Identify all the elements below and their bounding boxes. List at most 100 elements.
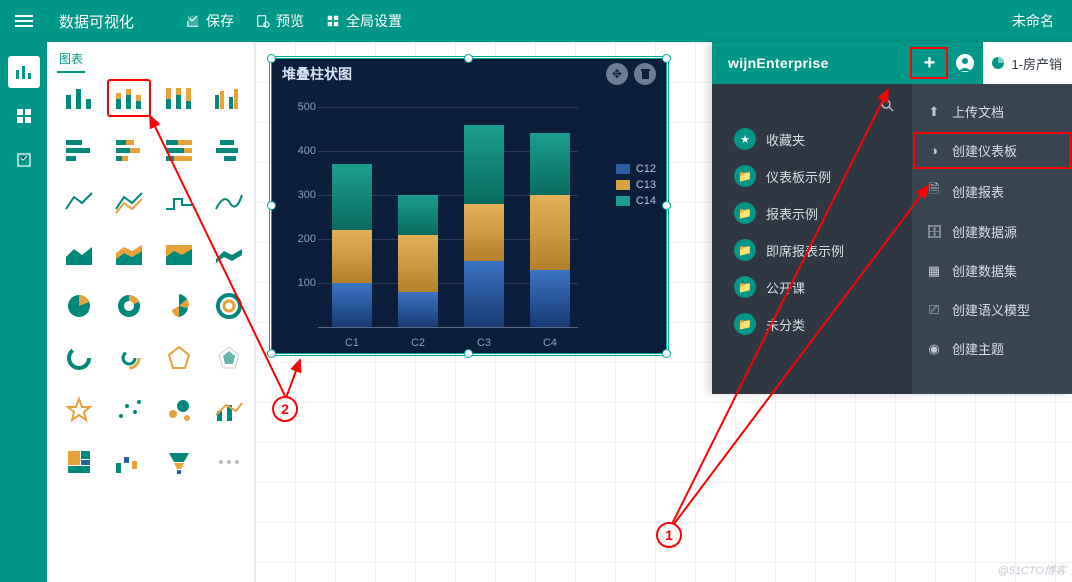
app-title: 数据可视化	[47, 11, 146, 32]
rail-layout[interactable]	[8, 100, 40, 132]
menu-create-semanticmodel[interactable]: ⎚创建语义模型	[912, 290, 1072, 329]
chart-type-percent-area[interactable]	[157, 235, 201, 273]
trash-icon	[640, 68, 651, 80]
left-rail	[0, 42, 47, 582]
upload-icon: ⬆	[926, 104, 942, 120]
overlay-nav-favorites[interactable]: ★收藏夹	[726, 121, 904, 157]
nav-label: 报表示例	[766, 204, 818, 223]
table-icon: ▦	[926, 263, 942, 279]
chart-type-stacked-bar[interactable]	[107, 131, 151, 169]
menu-create-datasource[interactable]: 🗄创建数据源	[912, 212, 1072, 251]
save-button[interactable]: 保存	[186, 11, 234, 31]
y-tick: 200	[282, 233, 316, 245]
chart-type-percent-bar[interactable]	[157, 131, 201, 169]
chart-type-waterfall[interactable]	[107, 443, 151, 481]
x-tick: C1	[322, 337, 382, 349]
rail-charts[interactable]	[8, 56, 40, 88]
global-settings-button[interactable]: 全局设置	[326, 11, 402, 31]
document-name[interactable]: 未命名	[1012, 11, 1072, 31]
chart-type-stacked-area[interactable]	[107, 235, 151, 273]
overlay-nav-reports[interactable]: 📁报表示例	[726, 195, 904, 231]
gallery-tab[interactable]: 图表	[57, 48, 85, 73]
widget-expand-button[interactable]: ✥	[606, 63, 628, 85]
menu-label: 创建语义模型	[952, 300, 1030, 319]
layout-icon	[16, 108, 32, 124]
chart-type-smooth-line[interactable]	[207, 183, 251, 221]
report-icon: 🗎	[926, 180, 942, 202]
chart-type-column[interactable]	[57, 79, 101, 117]
bar-c4	[530, 133, 570, 327]
overlay-nav-dashboards[interactable]: 📁仪表板示例	[726, 158, 904, 194]
bar-c1	[332, 164, 372, 327]
folder-icon: 📁	[734, 239, 756, 261]
chart-type-rose[interactable]	[157, 287, 201, 325]
database-icon: 🗄	[926, 224, 942, 240]
overlay-nav-adhoc[interactable]: 📁即席报表示例	[726, 232, 904, 268]
menu-create-dataset[interactable]: ▦创建数据集	[912, 251, 1072, 290]
chart-type-area[interactable]	[57, 235, 101, 273]
chart-legend: C12 C13 C14	[616, 159, 656, 211]
chart-type-radar[interactable]	[207, 339, 251, 377]
chart-type-range-bar[interactable]	[207, 131, 251, 169]
overlay-app: wijnEnterprise + 1-房产销 ★收藏夹 📁仪表板示例 📁报表示例…	[712, 42, 1072, 394]
chart-type-range-area[interactable]	[207, 235, 251, 273]
menu-label: 创建主题	[952, 339, 1004, 358]
overlay-open-tab[interactable]: 1-房产销	[983, 42, 1072, 84]
chart-type-percent-column[interactable]	[157, 79, 201, 117]
create-button[interactable]: +	[911, 48, 947, 78]
preview-label: 预览	[276, 11, 304, 31]
widget-title: 堆叠柱状图	[282, 64, 352, 84]
x-tick: C2	[388, 337, 448, 349]
chart-type-radial[interactable]	[107, 339, 151, 377]
chart-type-sunburst[interactable]	[207, 287, 251, 325]
chart-type-step-line[interactable]	[157, 183, 201, 221]
dashboard-icon: ◑	[926, 143, 942, 158]
overlay-nav-courses[interactable]: 📁公开课	[726, 269, 904, 305]
folder-icon: 📁	[734, 313, 756, 335]
chart-widget[interactable]: 堆叠柱状图 ✥ 500 400 300 200 100	[271, 58, 667, 354]
x-tick: C4	[520, 337, 580, 349]
chart-type-scatter[interactable]	[107, 391, 151, 429]
menu-create-dashboard[interactable]: ◑创建仪表板	[912, 131, 1072, 170]
chart-type-bar[interactable]	[57, 131, 101, 169]
chart-type-pie[interactable]	[57, 287, 101, 325]
menu-create-report[interactable]: 🗎创建报表	[912, 170, 1072, 212]
menu-label: 上传文档	[952, 102, 1004, 121]
chart-type-line[interactable]	[57, 183, 101, 221]
chart-type-gauge[interactable]	[57, 339, 101, 377]
global-label: 全局设置	[346, 11, 402, 31]
y-tick: 300	[282, 189, 316, 201]
chart-type-treemap[interactable]	[57, 443, 101, 481]
bar-seg-c12	[332, 283, 372, 327]
menu-upload-doc[interactable]: ⬆ 上传文档	[912, 92, 1072, 131]
chart-type-more[interactable]	[207, 443, 251, 481]
widget-delete-button[interactable]	[634, 63, 656, 85]
y-tick: 400	[282, 145, 316, 157]
chart-type-grouped-column[interactable]	[207, 79, 251, 117]
overlay-left-column: ★收藏夹 📁仪表板示例 📁报表示例 📁即席报表示例 📁公开课 📁未分类	[712, 84, 912, 394]
user-avatar-button[interactable]	[947, 53, 983, 73]
chart-type-multi-line[interactable]	[107, 183, 151, 221]
bar-seg-c13	[332, 230, 372, 283]
nav-label: 未分类	[766, 315, 805, 334]
overlay-nav-uncategorized[interactable]: 📁 未分类	[726, 306, 904, 342]
form-icon	[16, 152, 32, 168]
rail-form[interactable]	[8, 144, 40, 176]
chart-type-donut[interactable]	[107, 287, 151, 325]
menu-create-theme[interactable]: ◉创建主题	[912, 329, 1072, 368]
chart-type-funnel[interactable]	[157, 443, 201, 481]
chart-type-stacked-column[interactable]	[107, 79, 151, 117]
chart-type-combo[interactable]	[207, 391, 251, 429]
topbar: 数据可视化 保存 预览 全局设置 未命名	[0, 0, 1072, 42]
chart-type-bubble[interactable]	[157, 391, 201, 429]
bar-c2	[398, 195, 438, 327]
chart-type-polygon[interactable]	[157, 339, 201, 377]
preview-button[interactable]: 预览	[256, 11, 304, 31]
overlay-search[interactable]	[726, 98, 904, 120]
nav-label: 收藏夹	[766, 130, 805, 149]
bar-c3	[464, 125, 504, 327]
chart-type-star[interactable]	[57, 391, 101, 429]
x-tick: C3	[454, 337, 514, 349]
menu-toggle[interactable]	[0, 12, 47, 30]
search-icon	[880, 98, 894, 112]
